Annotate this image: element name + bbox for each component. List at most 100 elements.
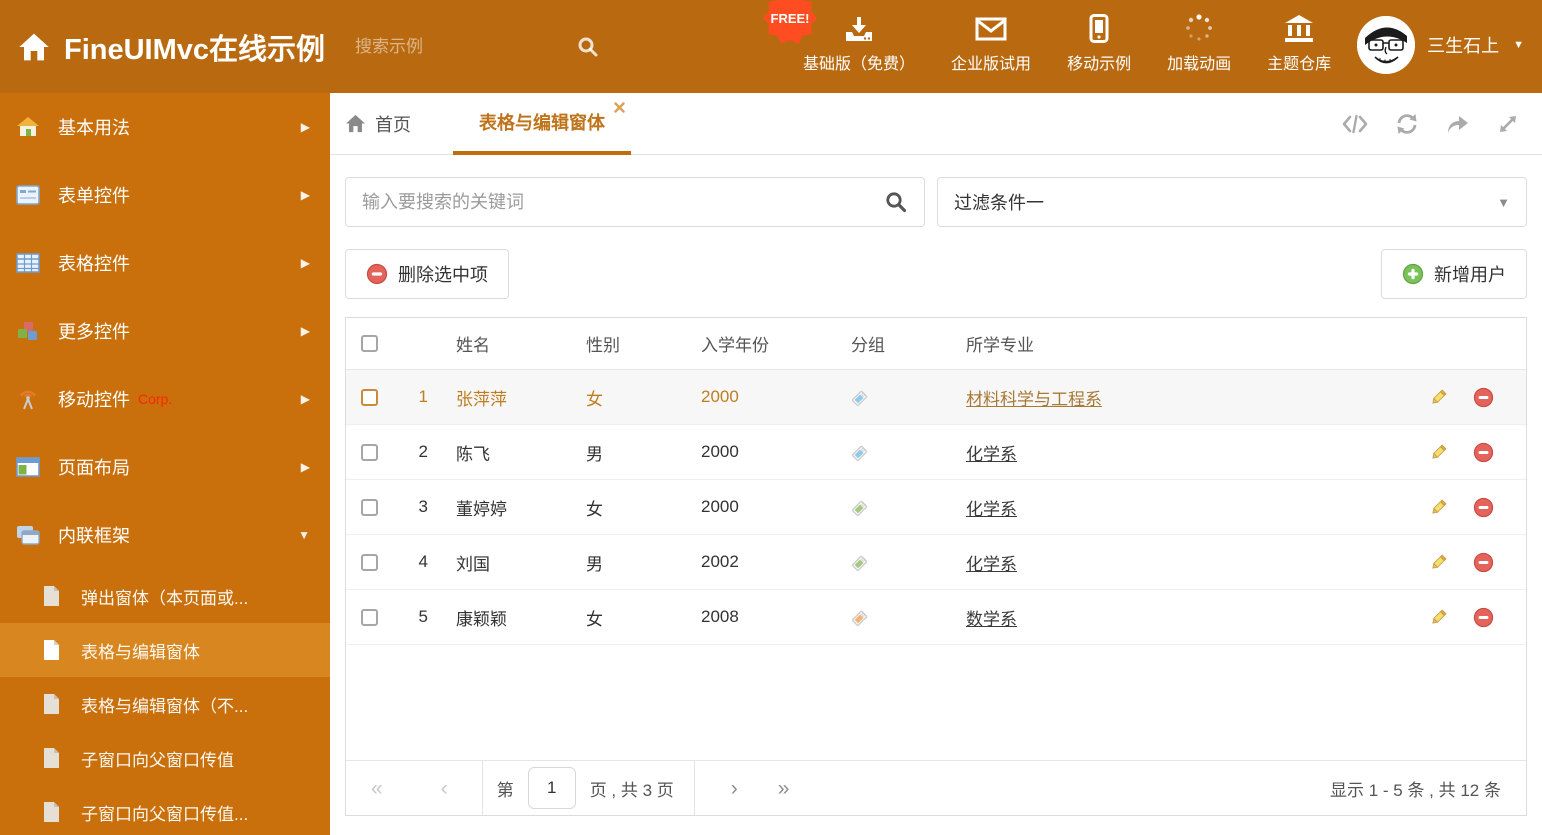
tag-icon (851, 390, 868, 407)
header-nav: FREE! 基础版（免费） 企业版试用 移动示例 加载动画 主题仓库 (763, 0, 1331, 80)
filter-dropdown[interactable]: 过滤条件一 ▼ (937, 177, 1527, 227)
keyword-search[interactable] (345, 177, 925, 227)
pager-divider (481, 761, 483, 815)
nav-item-enterprise-trial[interactable]: 企业版试用 (951, 15, 1031, 74)
source-code-icon[interactable] (1342, 114, 1368, 134)
search-icon[interactable] (576, 35, 600, 59)
page-icon (42, 639, 61, 661)
grid-toolbar: 删除选中项 新增用户 (345, 249, 1527, 299)
header-search-input[interactable] (355, 36, 577, 57)
delete-icon[interactable] (1473, 387, 1494, 408)
row-checkbox[interactable] (360, 553, 378, 571)
last-page-button[interactable]: » (778, 778, 790, 799)
delete-selected-button[interactable]: 删除选中项 (345, 249, 509, 299)
home-icon (345, 114, 366, 133)
form-icon (16, 185, 40, 205)
edit-icon[interactable] (1428, 552, 1449, 573)
column-header-year[interactable]: 入学年份 (687, 331, 837, 356)
expand-icon[interactable] (1497, 113, 1519, 135)
major-link[interactable]: 化学系 (966, 555, 1017, 574)
tab-bar: 首页 表格与编辑窗体 (330, 93, 1542, 155)
sidebar-item-form-controls[interactable]: 表单控件 ▶ (0, 161, 330, 229)
row-checkbox[interactable] (360, 608, 378, 626)
refresh-icon[interactable] (1395, 113, 1419, 135)
app-header: FineUIMvc在线示例 FREE! 基础版（免 (0, 0, 1542, 93)
delete-icon[interactable] (1473, 607, 1494, 628)
table-row[interactable]: 4 刘国 男 2002 化学系 (346, 535, 1526, 590)
brand[interactable]: FineUIMvc在线示例 (18, 26, 325, 68)
sidebar-item-grid-controls[interactable]: 表格控件 ▶ (0, 229, 330, 297)
major-link[interactable]: 材料科学与工程系 (966, 390, 1102, 409)
next-page-button[interactable]: › (731, 778, 738, 799)
nav-item-loading-animation[interactable]: 加载动画 (1167, 13, 1231, 74)
delete-selected-label: 删除选中项 (398, 265, 488, 285)
column-header-name[interactable]: 姓名 (442, 331, 572, 356)
first-page-button[interactable]: « (371, 778, 383, 799)
sidebar-subitem-grid-edit-window-2[interactable]: 表格与编辑窗体（不... (0, 677, 330, 731)
cell-name: 董婷婷 (456, 499, 507, 519)
data-grid: 姓名 性别 入学年份 分组 所学专业 1 张萍萍 女 2000 材料科学与工程系… (345, 317, 1527, 816)
row-checkbox[interactable] (360, 443, 378, 461)
keyword-search-input[interactable] (362, 191, 884, 213)
sidebar-item-page-layout[interactable]: 页面布局 ▶ (0, 433, 330, 501)
spinner-icon (1184, 13, 1214, 43)
nav-label-mobile-demo: 移动示例 (1067, 56, 1132, 73)
column-header-major[interactable]: 所学专业 (952, 331, 1396, 356)
chevron-down-icon: ▼ (1497, 194, 1510, 210)
user-menu[interactable]: 三生石上 ▼ (1357, 15, 1524, 78)
sidebar-subitem-child-to-parent[interactable]: 子窗口向父窗口传值 (0, 731, 330, 785)
table-row[interactable]: 2 陈飞 男 2000 化学系 (346, 425, 1526, 480)
major-link[interactable]: 化学系 (966, 445, 1017, 464)
nav-item-basic-free[interactable]: FREE! 基础版（免费） (763, 0, 916, 74)
corp-badge: Corp. (138, 391, 173, 407)
sidebar-subitem-grid-edit-window[interactable]: 表格与编辑窗体 (0, 623, 330, 677)
table-icon (16, 253, 40, 273)
major-link[interactable]: 化学系 (966, 500, 1017, 519)
delete-icon[interactable] (1473, 442, 1494, 463)
column-header-gender[interactable]: 性别 (572, 331, 687, 356)
add-user-button[interactable]: 新增用户 (1381, 249, 1527, 299)
cell-gender: 女 (586, 499, 603, 519)
page-number-input[interactable] (527, 767, 576, 809)
sidebar-item-iframe[interactable]: 内联框架 ▼ (0, 501, 330, 569)
major-link[interactable]: 数学系 (966, 610, 1017, 629)
table-row[interactable]: 5 康颖颖 女 2008 数学系 (346, 590, 1526, 645)
row-checkbox[interactable] (360, 498, 378, 516)
tab-active[interactable]: 表格与编辑窗体 (453, 93, 631, 155)
chevron-down-icon: ▼ (298, 528, 310, 542)
plus-circle-icon (1402, 263, 1424, 285)
edit-icon[interactable] (1428, 607, 1449, 628)
tag-icon (851, 610, 868, 627)
avatar[interactable] (1357, 15, 1416, 74)
header-search[interactable] (355, 35, 598, 59)
edit-icon[interactable] (1428, 497, 1449, 518)
tab-home[interactable]: 首页 (345, 111, 411, 137)
search-icon[interactable] (884, 190, 908, 214)
main-content: 首页 表格与编辑窗体 输入要搜索的关键词 过滤条件一 ▼ 删除选中项 新增用户 … (330, 93, 1542, 835)
column-header-group[interactable]: 分组 (837, 331, 952, 356)
tab-active-label: 表格与编辑窗体 (479, 112, 605, 133)
row-checkbox[interactable] (360, 388, 378, 406)
delete-icon[interactable] (1473, 497, 1494, 518)
prev-page-button[interactable]: ‹ (441, 778, 448, 799)
delete-icon[interactable] (1473, 552, 1494, 573)
sidebar-subitem-child-to-parent-2[interactable]: 子窗口向父窗口传值... (0, 785, 330, 835)
table-row[interactable]: 1 张萍萍 女 2000 材料科学与工程系 (346, 370, 1526, 425)
share-icon[interactable] (1446, 114, 1470, 134)
table-row[interactable]: 3 董婷婷 女 2000 化学系 (346, 480, 1526, 535)
sidebar-item-more-controls[interactable]: 更多控件 ▶ (0, 297, 330, 365)
sidebar-subitem-popup-window[interactable]: 弹出窗体（本页面或... (0, 569, 330, 623)
cell-year: 2008 (701, 607, 739, 626)
nav-label-theme-repo: 主题仓库 (1267, 56, 1332, 73)
sidebar-item-mobile-controls[interactable]: 移动控件 Corp. ▶ (0, 365, 330, 433)
tag-icon (851, 555, 868, 572)
close-icon[interactable] (614, 101, 625, 113)
nav-item-theme-repo[interactable]: 主题仓库 (1267, 15, 1331, 74)
nav-label-loading-animation: 加载动画 (1167, 56, 1232, 73)
nav-label-basic-free: 基础版（免费） (803, 56, 916, 73)
edit-icon[interactable] (1428, 387, 1449, 408)
sidebar-item-basic-usage[interactable]: 基本用法 ▶ (0, 93, 330, 161)
edit-icon[interactable] (1428, 442, 1449, 463)
select-all-checkbox[interactable] (360, 335, 378, 352)
nav-item-mobile-demo[interactable]: 移动示例 (1067, 14, 1131, 74)
